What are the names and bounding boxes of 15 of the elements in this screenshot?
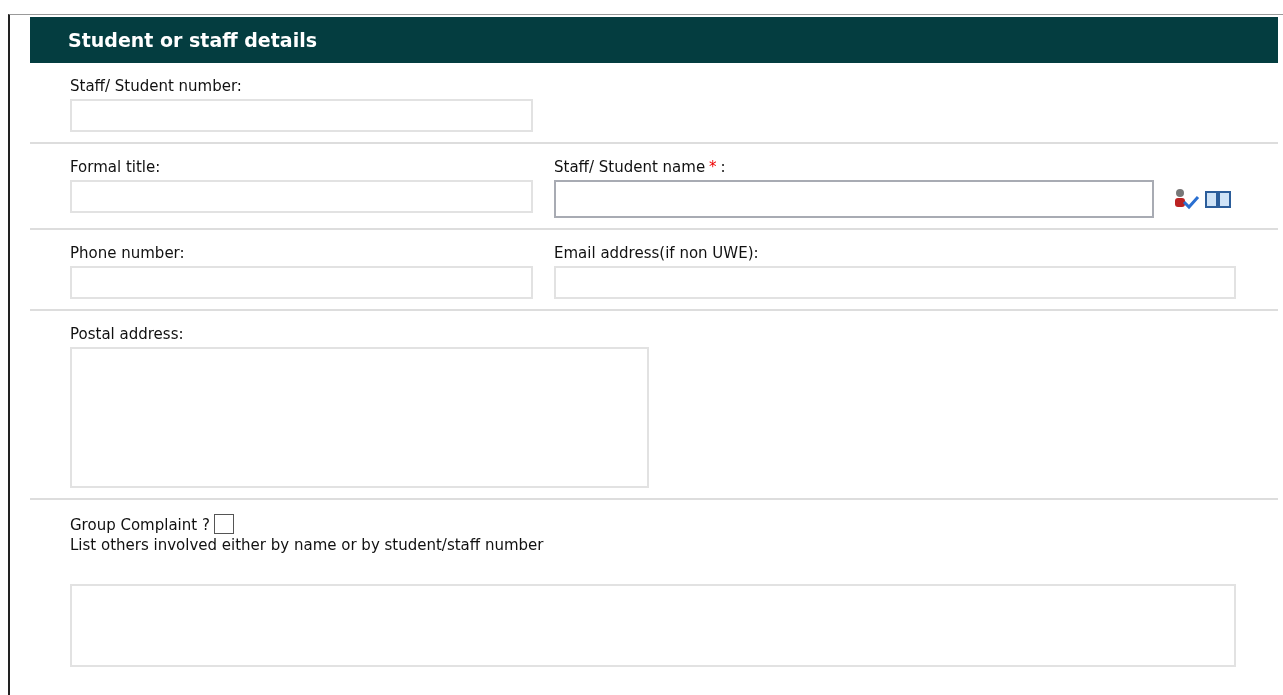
section-header: Student or staff details	[30, 17, 1278, 63]
field-label: Staff/ Student number:	[70, 77, 243, 95]
text-area[interactable]	[70, 584, 1236, 667]
field-label: Postal address:	[70, 325, 185, 343]
text-area[interactable]	[70, 347, 649, 488]
field-label: Formal title:	[70, 158, 162, 176]
field-label: Group Complaint ?	[70, 516, 210, 534]
input-field[interactable]	[554, 180, 1154, 218]
check-person-icon[interactable]	[1172, 188, 1200, 210]
field-label: Email address(if non UWE):	[554, 244, 760, 262]
checkbox[interactable]	[213, 514, 234, 534]
address-book-icon[interactable]	[1204, 189, 1232, 209]
field-label: Phone number:	[70, 244, 186, 262]
field-label: List others involved either by name or by student/staff number	[70, 536, 545, 554]
field-label: Staff/ Student name * :	[554, 158, 727, 176]
